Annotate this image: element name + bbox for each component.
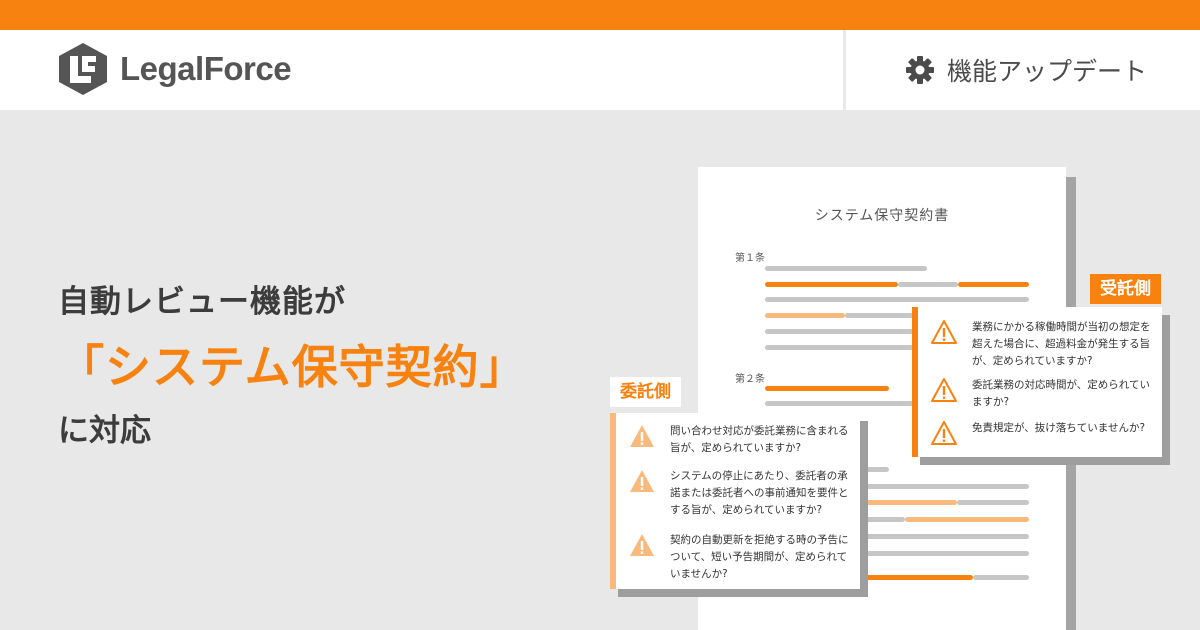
vendor-check-text: 免責規定が、抜け落ちていませんか? (972, 422, 1146, 434)
clause-1-label: 第１条 (735, 253, 765, 264)
headline: 自動レビュー機能が 「システム保守契約」 に対応 (58, 276, 527, 450)
document-title: システム保守契約書 (814, 208, 950, 224)
client-check-text: 問い合わせ対応が委託業務に含まれる旨が、定められていますか? (670, 425, 849, 454)
client-card-accent (610, 413, 616, 589)
vendor-check-item: 委託業務の対応時間が、定められていますか? (930, 377, 1156, 411)
vendor-check-item: 免責規定が、抜け落ちていませんか? (930, 420, 1156, 446)
highlight-line (765, 386, 889, 391)
warning-icon (931, 320, 957, 344)
clause-2-label: 第２条 (735, 374, 765, 385)
highlight-line (765, 282, 898, 287)
highlight-line (905, 517, 1029, 522)
client-check-item: 契約の自動更新を拒絶する時の予告について、短い予告期間が、定められていませんか? (628, 532, 854, 583)
headline-line-1: 自動レビュー機能が (58, 284, 346, 320)
text-line (765, 297, 1029, 302)
brand-logo: LegalForce (58, 42, 292, 96)
highlight-line (765, 313, 845, 318)
feature-update-text: 機能アップデート (947, 57, 1148, 86)
client-side-tag: 委託側 (610, 377, 681, 407)
vendor-check-text: 業務にかかる稼働時間が当初の想定を超えた場合に、超過料金が発生する旨が、定められ… (972, 321, 1151, 367)
brand-name: LegalForce (120, 50, 292, 87)
client-check-item: システムの停止にあたり、委託者の承諾または委託者への事前通知を要件とする旨が、定… (628, 468, 854, 519)
header-divider (843, 30, 846, 110)
highlight-line (958, 282, 1029, 287)
client-check-text: システムの停止にあたり、委託者の承諾または委託者への事前通知を要件とする旨が、定… (670, 470, 849, 516)
legalforce-logo-icon (59, 43, 107, 95)
client-checklist-card: 問い合わせ対応が委託業務に含まれる旨が、定められていますか? システムの停止にあ… (610, 413, 860, 589)
warning-icon (931, 378, 957, 402)
text-line (765, 266, 927, 271)
warning-icon (630, 425, 654, 447)
headline-contract-type: 「システム保守契約」 (58, 340, 527, 394)
top-accent-bar (0, 0, 1200, 30)
client-check-item: 問い合わせ対応が委託業務に含まれる旨が、定められていますか? (628, 423, 854, 457)
vendor-card-accent (912, 307, 918, 457)
text-line (973, 575, 1029, 580)
gear-icon (906, 56, 934, 84)
vendor-check-item: 業務にかかる稼働時間が当初の想定を超えた場合に、超過料金が発生する旨が、定められ… (930, 319, 1156, 370)
text-line (898, 282, 958, 287)
vendor-check-text: 委託業務の対応時間が、定められていますか? (972, 379, 1150, 408)
vendor-side-tag: 受託側 (1090, 274, 1161, 304)
client-check-text: 契約の自動更新を拒絶する時の予告について、短い予告期間が、定められていませんか? (670, 534, 849, 580)
feature-update-label: 機能アップデート (905, 52, 1147, 88)
warning-icon (630, 470, 654, 492)
headline-line-3: に対応 (58, 413, 151, 449)
highlight-line (855, 575, 973, 580)
warning-icon (630, 534, 654, 556)
warning-icon (931, 421, 957, 445)
vendor-checklist-card: 業務にかかる稼働時間が当初の想定を超えた場合に、超過料金が発生する旨が、定められ… (912, 307, 1162, 457)
text-line (957, 500, 1029, 505)
